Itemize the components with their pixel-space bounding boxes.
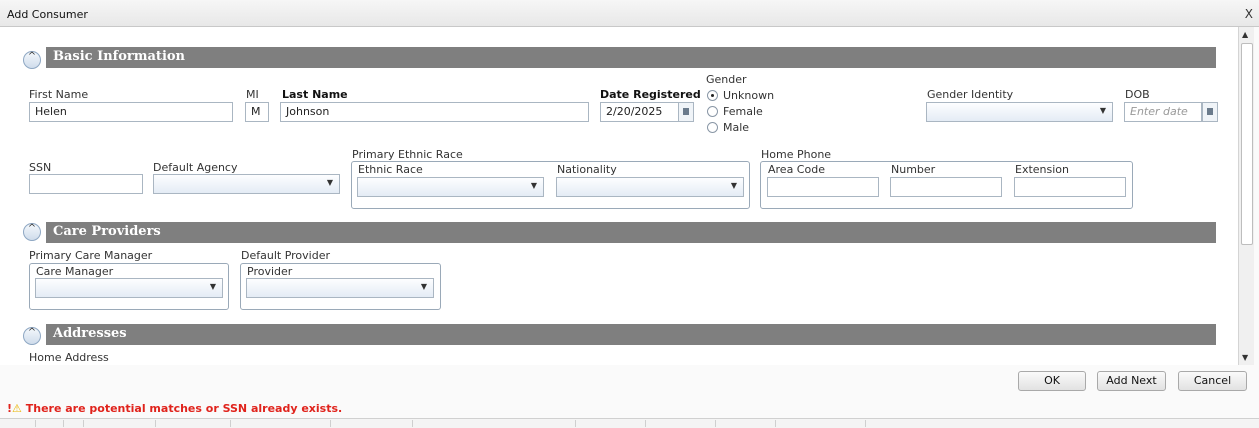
extension-input[interactable] xyxy=(1014,177,1126,197)
care-manager-label: Care Manager xyxy=(36,265,114,278)
collapse-care-providers-toggle[interactable]: ^ xyxy=(23,223,41,241)
primary-care-manager-label: Primary Care Manager xyxy=(29,249,153,262)
dropdown-arrow-icon: ▼ xyxy=(530,181,537,190)
mi-label: MI xyxy=(246,88,259,101)
gender-identity-label: Gender Identity xyxy=(927,88,1014,101)
gender-radio-unknown[interactable] xyxy=(707,90,718,101)
scroll-up-icon[interactable]: ▲ xyxy=(1242,30,1248,39)
ethnic-race-label: Ethnic Race xyxy=(358,163,423,176)
gender-radio-male[interactable] xyxy=(707,122,718,133)
ethnic-race-dropdown[interactable]: ▼ xyxy=(357,177,544,197)
primary-ethnic-race-label: Primary Ethnic Race xyxy=(352,148,463,161)
scrollbar-thumb[interactable] xyxy=(1241,43,1253,245)
gender-option-label: Female xyxy=(723,105,763,118)
ssn-input[interactable] xyxy=(29,174,143,194)
warning-icon: ⚠ xyxy=(12,402,22,415)
dropdown-arrow-icon: ▼ xyxy=(730,181,737,190)
home-address-label: Home Address xyxy=(29,351,109,364)
home-phone-label: Home Phone xyxy=(761,148,832,161)
ok-button[interactable]: OK xyxy=(1018,371,1086,391)
cancel-button[interactable]: Cancel xyxy=(1178,371,1247,391)
dropdown-arrow-icon: ▼ xyxy=(209,282,216,291)
section-title: Basic Information xyxy=(53,49,185,64)
nationality-dropdown[interactable]: ▼ xyxy=(556,177,744,197)
date-registered-label: Date Registered xyxy=(600,88,701,101)
chevron-up-icon: ^ xyxy=(27,327,37,338)
default-provider-label: Default Provider xyxy=(241,249,330,262)
dob-input[interactable]: Enter date xyxy=(1124,102,1202,122)
mi-input[interactable]: M xyxy=(245,102,269,122)
add-next-button[interactable]: Add Next xyxy=(1097,371,1166,391)
last-name-label: Last Name xyxy=(282,88,348,101)
warning-text: There are potential matches or SSN alrea… xyxy=(25,402,343,415)
section-bar-addresses: Addresses xyxy=(46,324,1216,345)
date-registered-input[interactable]: 2/20/2025 xyxy=(600,102,679,122)
area-code-input[interactable] xyxy=(767,177,879,197)
first-name-label: First Name xyxy=(29,88,89,101)
ssn-label: SSN xyxy=(29,161,52,174)
scroll-down-icon[interactable]: ▼ xyxy=(1242,353,1248,362)
default-agency-dropdown[interactable]: ▼ xyxy=(153,174,340,194)
close-button[interactable]: X xyxy=(1245,7,1253,21)
extension-label: Extension xyxy=(1015,163,1070,176)
collapse-basic-info-toggle[interactable]: ^ xyxy=(23,51,41,69)
dialog-titlebar: Add Consumer X xyxy=(0,0,1259,27)
dob-label: DOB xyxy=(1125,88,1150,101)
gender-radio-female[interactable] xyxy=(707,106,718,117)
number-label: Number xyxy=(891,163,936,176)
collapse-addresses-toggle[interactable]: ^ xyxy=(23,327,41,345)
provider-label: Provider xyxy=(247,265,293,278)
section-title: Care Providers xyxy=(53,224,161,239)
warning-message: !⚠ There are potential matches or SSN al… xyxy=(7,402,342,415)
dropdown-arrow-icon: ▼ xyxy=(326,178,333,187)
gender-option-label: Unknown xyxy=(723,89,775,102)
gender-identity-dropdown[interactable]: ▼ xyxy=(926,102,1113,122)
provider-dropdown[interactable]: ▼ xyxy=(246,278,434,298)
care-manager-dropdown[interactable]: ▼ xyxy=(35,278,223,298)
calendar-icon[interactable] xyxy=(678,102,694,122)
gender-option-label: Male xyxy=(723,121,750,134)
nationality-label: Nationality xyxy=(557,163,617,176)
section-title: Addresses xyxy=(53,326,127,341)
first-name-input[interactable]: Helen xyxy=(29,102,233,122)
section-bar-basic-info: Basic Information xyxy=(46,47,1216,68)
last-name-input[interactable]: Johnson xyxy=(280,102,589,122)
calendar-icon[interactable] xyxy=(1202,102,1218,122)
vertical-scrollbar[interactable]: ▲ ▼ xyxy=(1238,27,1254,365)
section-bar-care-providers: Care Providers xyxy=(46,222,1216,243)
gender-label: Gender xyxy=(706,73,747,86)
chevron-up-icon: ^ xyxy=(27,223,37,234)
area-code-label: Area Code xyxy=(768,163,825,176)
dropdown-arrow-icon: ▼ xyxy=(1099,106,1106,115)
dropdown-arrow-icon: ▼ xyxy=(420,282,427,291)
phone-number-input[interactable] xyxy=(890,177,1002,197)
default-agency-label: Default Agency xyxy=(153,161,238,174)
dialog-title: Add Consumer xyxy=(7,8,88,21)
chevron-up-icon: ^ xyxy=(27,51,37,62)
form-scroll-area: ^ Basic Information First Name Helen MI … xyxy=(0,27,1238,365)
